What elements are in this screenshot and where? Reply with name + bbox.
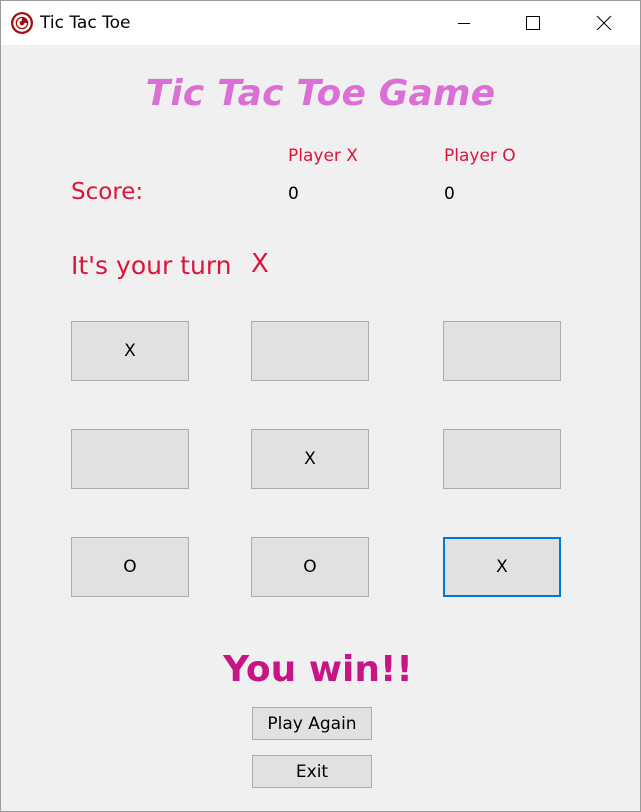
player-x-label: Player X	[288, 146, 358, 166]
turn-label: It's your turn	[71, 251, 232, 280]
cell-2-0[interactable]: O	[71, 537, 189, 597]
cell-0-1[interactable]	[251, 321, 369, 381]
window-title: Tic Tac Toe	[40, 13, 131, 33]
cell-2-2[interactable]: X	[443, 537, 561, 597]
title-bar: Tic Tac Toe	[1, 1, 640, 45]
score-label: Score:	[71, 179, 144, 205]
minimize-button[interactable]	[429, 1, 499, 45]
maximize-button[interactable]	[498, 1, 568, 45]
cell-1-2[interactable]	[443, 429, 561, 489]
cell-1-1[interactable]: X	[251, 429, 369, 489]
app-icon	[10, 11, 34, 35]
close-icon	[596, 15, 612, 31]
cell-2-1[interactable]: O	[251, 537, 369, 597]
cell-0-2[interactable]	[443, 321, 561, 381]
player-o-label: Player O	[444, 146, 516, 166]
cell-0-0[interactable]: X	[71, 321, 189, 381]
exit-button[interactable]: Exit	[252, 755, 372, 788]
cell-1-0[interactable]	[71, 429, 189, 489]
score-x-value: 0	[288, 184, 299, 204]
result-message: You win!!	[223, 649, 413, 690]
turn-value: X	[251, 249, 269, 279]
score-o-value: 0	[444, 184, 455, 204]
play-again-button[interactable]: Play Again	[252, 707, 372, 740]
close-button[interactable]	[569, 1, 639, 45]
minimize-icon	[456, 15, 472, 31]
maximize-icon	[525, 15, 541, 31]
game-heading: Tic Tac Toe Game	[145, 73, 496, 114]
app-window: Tic Tac Toe Tic Tac Toe Game Player X Pl…	[0, 0, 641, 812]
